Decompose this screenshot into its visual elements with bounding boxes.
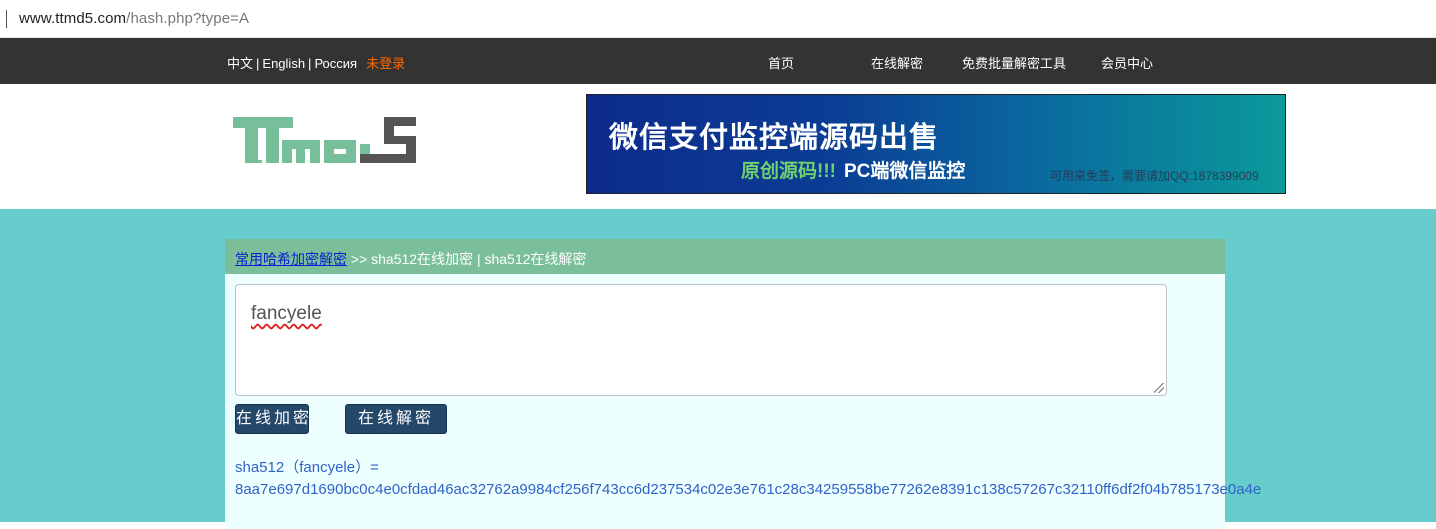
address-bar-edge (6, 10, 7, 28)
banner-sub-green: 原创源码!!! (741, 161, 836, 182)
nav-batch-tool-link[interactable]: 免费批量解密工具 (962, 53, 1066, 72)
lang-separator: | (308, 56, 312, 71)
encrypt-button[interactable]: 在线加密 (235, 404, 309, 434)
nav-home-link[interactable]: 首页 (768, 53, 794, 72)
main-content-area: 常用哈希加密解密 >> sha512在线加密 | sha512在线解密 fanc… (0, 209, 1436, 529)
lang-english-link[interactable]: English (262, 56, 305, 71)
result-label: sha512（fancyele）= (235, 459, 379, 476)
decrypt-button[interactable]: 在线解密 (345, 404, 447, 434)
nav-online-decrypt-link[interactable]: 在线解密 (871, 53, 923, 72)
language-switcher: 中文 | English | Россия 未登录 (227, 53, 405, 72)
breadcrumb: 常用哈希加密解密 >> sha512在线加密 | sha512在线解密 (235, 249, 586, 269)
breadcrumb-current: >> sha512在线加密 | sha512在线解密 (347, 251, 587, 267)
banner-subline: 原创源码!!! PC端微信监控 (741, 156, 965, 183)
panel-header: 常用哈希加密解密 >> sha512在线加密 | sha512在线解密 (225, 239, 1225, 274)
hash-input-textarea[interactable]: fancyele (235, 284, 1167, 396)
hash-tool-panel: 常用哈希加密解密 >> sha512在线加密 | sha512在线解密 fanc… (225, 239, 1261, 529)
site-logo[interactable] (232, 114, 418, 166)
top-navigation-bar: 中文 | English | Россия 未登录 首页 在线解密 免费批量解密工具 会员… (0, 38, 1436, 84)
login-status-link[interactable]: 未登录 (366, 56, 405, 71)
hash-result: sha512（fancyele）= 8aa7e697d1690bc0c4e0cf… (235, 457, 1261, 501)
banner-headline: 微信支付监控端源码出售 (609, 122, 940, 154)
lang-chinese-link[interactable]: 中文 (227, 56, 253, 71)
result-hash-value: 8aa7e697d1690bc0c4e0cfdad46ac32762a9984c… (235, 481, 1262, 498)
site-header: 微信支付监控端源码出售 原创源码!!! PC端微信监控 可用来免签，需要请加QQ:… (0, 84, 1436, 209)
lang-russian-link[interactable]: Россия (314, 56, 357, 71)
lang-separator: | (256, 56, 260, 71)
address-url[interactable]: www.ttmd5.com/hash.php?type=A (19, 10, 249, 27)
nav-member-center-link[interactable]: 会员中心 (1101, 53, 1153, 72)
ad-banner[interactable]: 微信支付监控端源码出售 原创源码!!! PC端微信监控 可用来免签，需要请加QQ:… (586, 94, 1286, 194)
input-text-value: fancyele (251, 303, 322, 324)
resize-grip-icon[interactable] (1154, 383, 1164, 393)
browser-address-bar[interactable]: www.ttmd5.com/hash.php?type=A (0, 0, 1436, 38)
url-host: www.ttmd5.com (19, 10, 127, 27)
banner-contact-note: 可用来免签，需要请加QQ:1878399009 (1050, 169, 1259, 183)
breadcrumb-link-common-hash[interactable]: 常用哈希加密解密 (235, 251, 347, 267)
banner-sub-white: PC端微信监控 (843, 161, 966, 182)
url-path: /hash.php?type=A (126, 10, 250, 27)
